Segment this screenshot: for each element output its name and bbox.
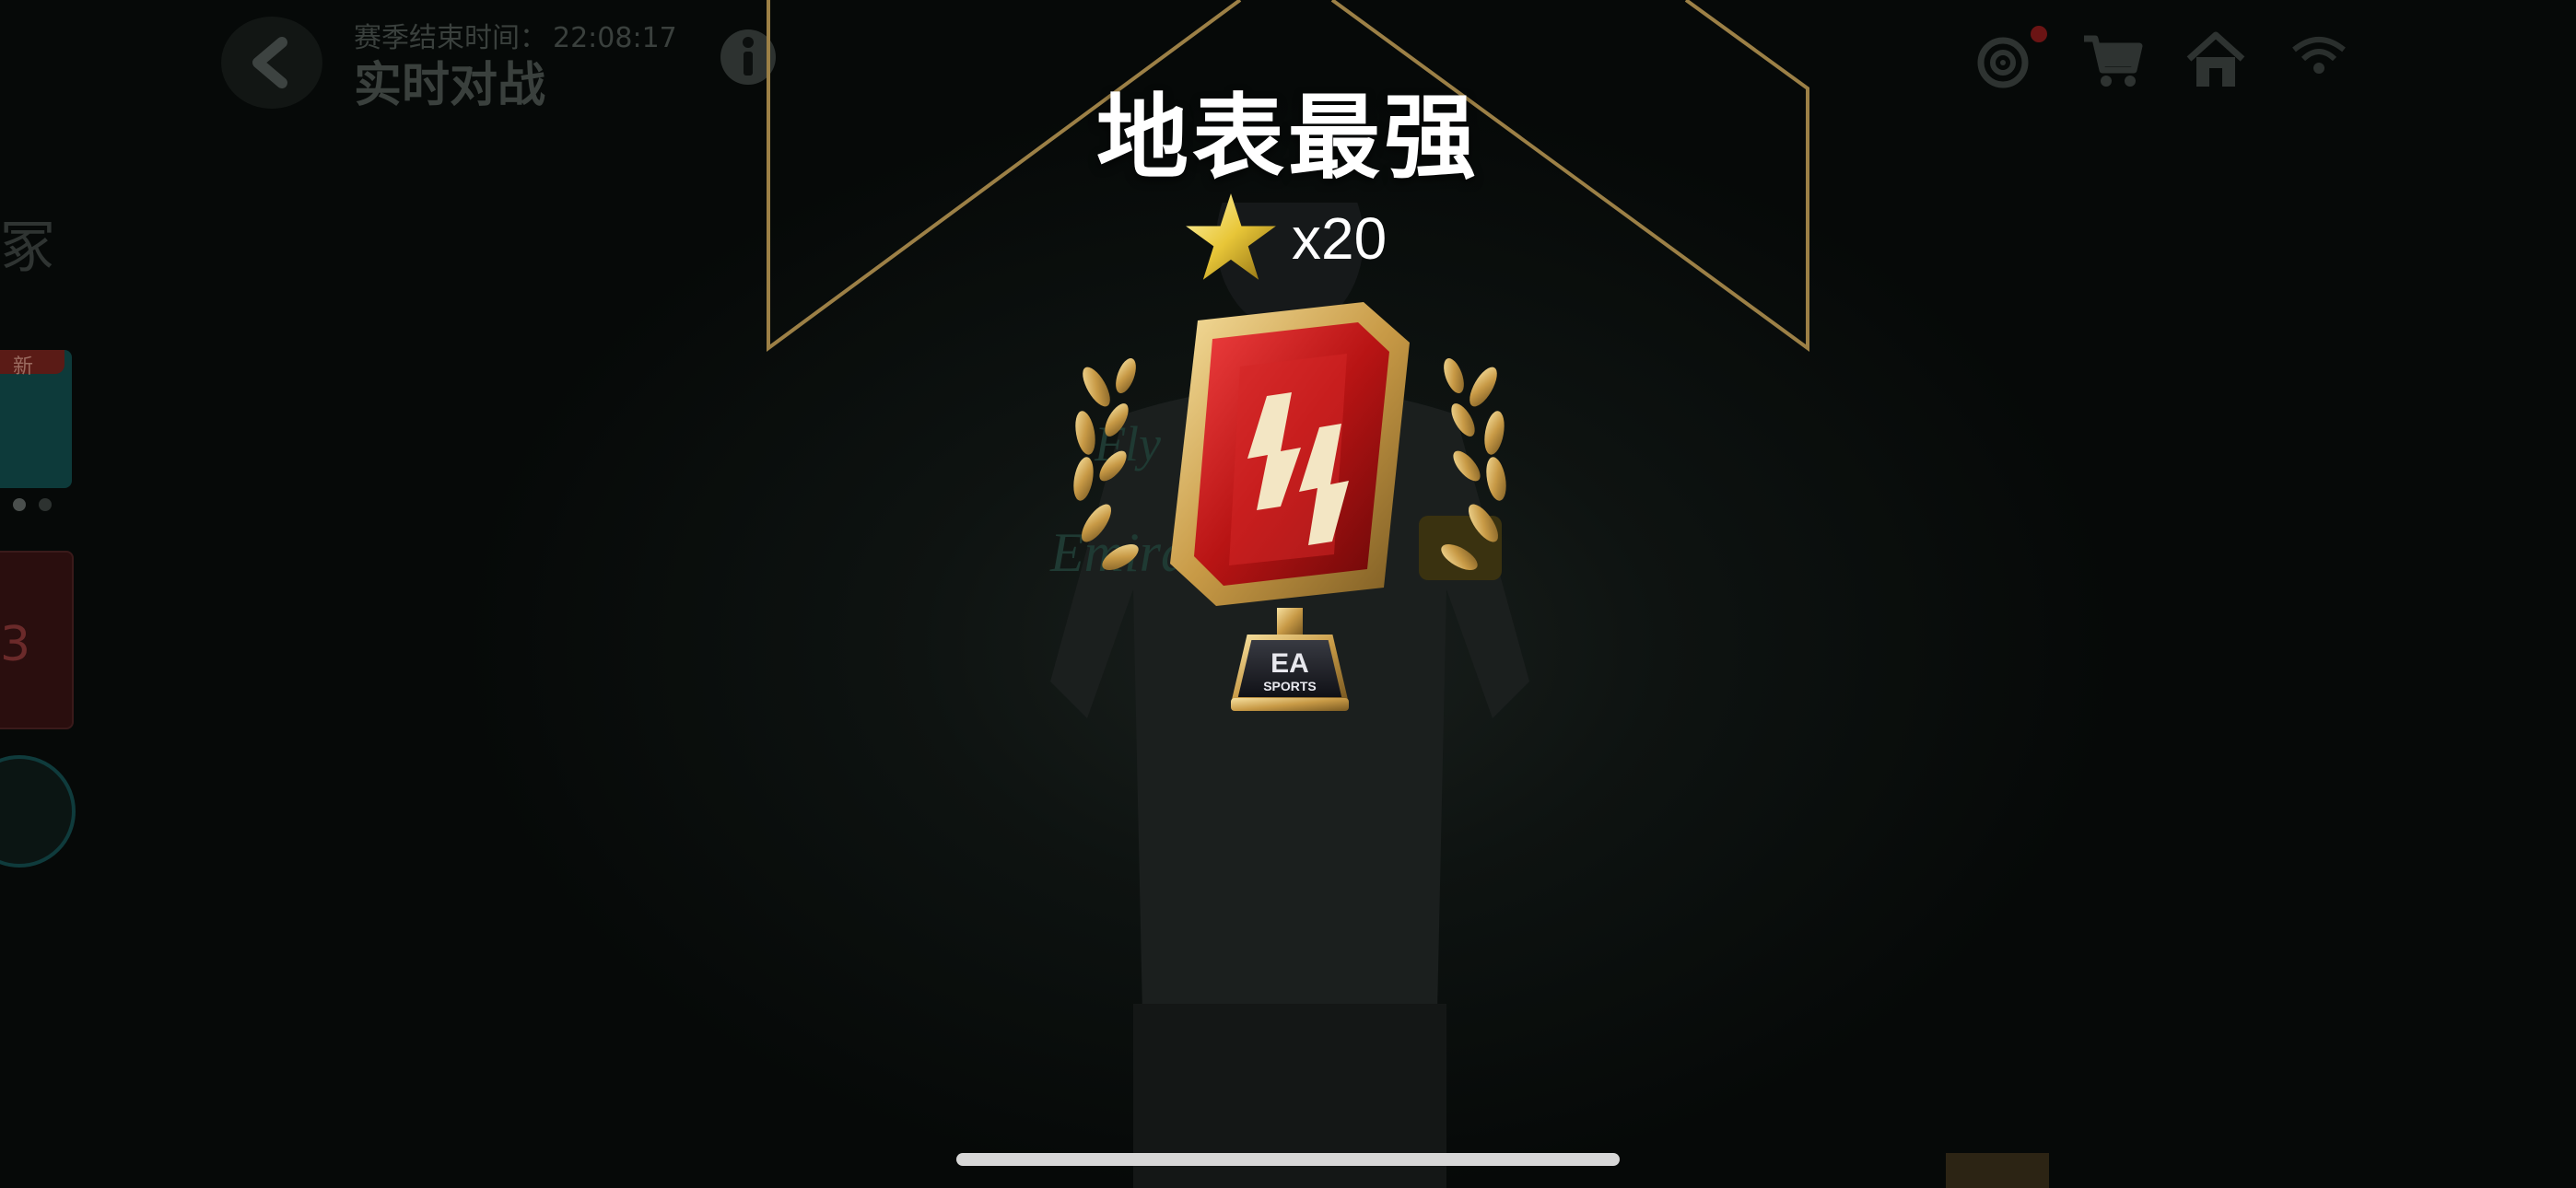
new-badge: 新	[0, 350, 64, 379]
trophy-brand-sub: SPORTS	[1263, 679, 1317, 693]
home-indicator-bar[interactable]	[956, 1153, 1620, 1166]
carousel-dots	[13, 497, 64, 515]
gold-star-icon	[1186, 193, 1276, 280]
trophy-icon: EA SPORTS	[1073, 302, 1506, 711]
bottom-item-edge	[1946, 1153, 2049, 1188]
side-promo-number: 3	[0, 617, 31, 672]
reward-title: 地表最强	[1096, 84, 1480, 192]
new-badge-label: 新	[13, 355, 34, 379]
trophy-brand: EA	[1270, 648, 1309, 679]
side-history-button[interactable]	[0, 755, 76, 868]
reward-popup-screen: Fly Emira 赛季结束时间：22:08:17 实时对战	[0, 0, 2576, 1188]
side-menu-glyph: 冢	[0, 215, 55, 280]
side-promo-card[interactable]: 3	[0, 551, 74, 729]
star-count: x20	[1292, 205, 1388, 272]
notification-dot	[2031, 26, 2047, 42]
season-end-time: 22:08:17	[553, 22, 677, 54]
